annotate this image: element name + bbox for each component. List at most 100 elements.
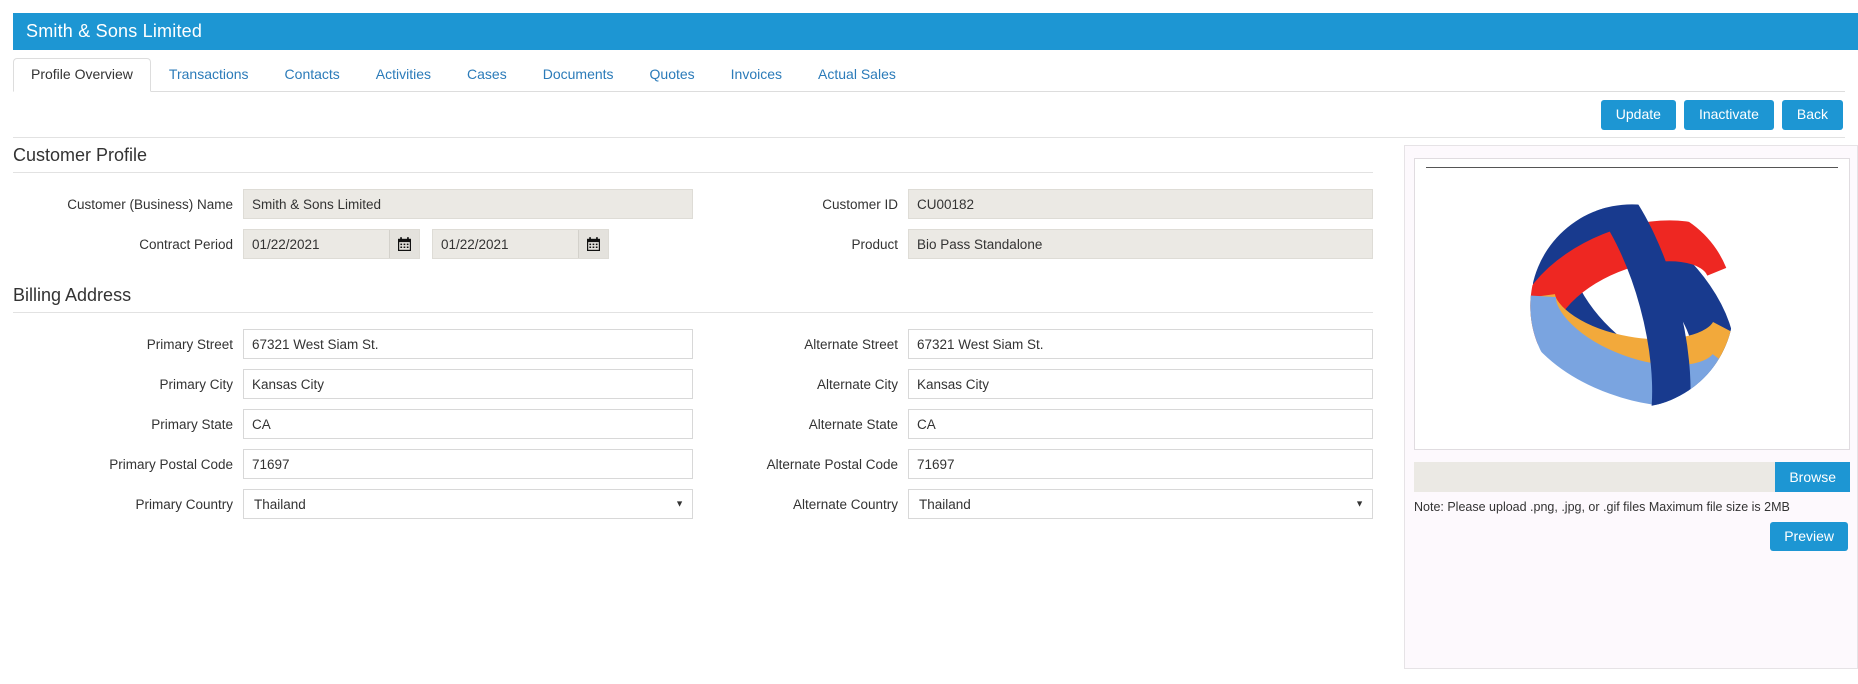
field-group-primary-country: Primary Country Thailand ▼	[13, 489, 693, 519]
primary-state-input[interactable]: CA	[243, 409, 693, 439]
company-logo-icon	[1508, 182, 1756, 430]
tab-label: Transactions	[168, 66, 249, 82]
file-path-input[interactable]	[1414, 462, 1776, 492]
preview-button[interactable]: Preview	[1770, 522, 1848, 551]
browse-button[interactable]: Browse	[1775, 462, 1850, 492]
form-row-postal: Primary Postal Code 71697 Alternate Post…	[13, 449, 1373, 479]
business-name-label: Customer (Business) Name	[67, 196, 233, 212]
contract-start-group: 01/22/2021	[243, 229, 420, 259]
form-row-state: Primary State CA Alternate State CA	[13, 409, 1373, 439]
tab-label: Cases	[467, 66, 507, 82]
calendar-icon	[398, 237, 411, 251]
form-row-street: Primary Street 67321 West Siam St. Alter…	[13, 329, 1373, 359]
page-title: Smith & Sons Limited	[26, 21, 203, 41]
billing-address-heading: Billing Address	[13, 285, 1373, 313]
tab-bar: Profile Overview Transactions Contacts A…	[13, 58, 1845, 92]
tab-label: Quotes	[649, 66, 695, 82]
customer-profile-heading: Customer Profile	[13, 145, 1373, 173]
tab-cases[interactable]: Cases	[449, 58, 525, 92]
field-group-contract-period: Contract Period 01/22/2021 01/22/2021	[13, 229, 693, 259]
tab-transactions[interactable]: Transactions	[151, 58, 267, 92]
tab-documents[interactable]: Documents	[525, 58, 632, 92]
logo-image-frame	[1426, 167, 1838, 444]
contract-end-input[interactable]: 01/22/2021	[433, 230, 578, 258]
alternate-postal-label: Alternate Postal Code	[766, 456, 898, 472]
product-input[interactable]: Bio Pass Standalone	[908, 229, 1373, 259]
tab-actual-sales[interactable]: Actual Sales	[800, 58, 914, 92]
tab-label: Invoices	[730, 66, 783, 82]
customer-id-input[interactable]: CU00182	[908, 189, 1373, 219]
field-group-alternate-street: Alternate Street 67321 West Siam St.	[693, 329, 1373, 359]
alternate-country-value: Thailand	[919, 496, 971, 512]
field-group-product: Product Bio Pass Standalone	[693, 229, 1373, 259]
primary-city-label: Primary City	[159, 376, 234, 392]
field-group-alternate-state: Alternate State CA	[693, 409, 1373, 439]
customer-profile-page: Smith & Sons Limited Profile Overview Tr…	[0, 0, 1858, 684]
form-row-country: Primary Country Thailand ▼ Alternate Cou…	[13, 489, 1373, 519]
product-label: Product	[851, 236, 898, 252]
primary-postal-input[interactable]: 71697	[243, 449, 693, 479]
field-group-primary-city: Primary City Kansas City	[13, 369, 693, 399]
alternate-street-label: Alternate Street	[804, 336, 898, 352]
tab-profile-overview[interactable]: Profile Overview	[13, 58, 151, 92]
form-row-city: Primary City Kansas City Alternate City …	[13, 369, 1373, 399]
chevron-down-icon: ▼	[1355, 498, 1364, 509]
primary-country-select[interactable]: Thailand ▼	[243, 489, 693, 519]
field-group-primary-state: Primary State CA	[13, 409, 693, 439]
action-bar: Update Inactivate Back	[13, 92, 1845, 138]
field-group-primary-street: Primary Street 67321 West Siam St.	[13, 329, 693, 359]
business-name-input[interactable]: Smith & Sons Limited	[243, 189, 693, 219]
tab-contacts[interactable]: Contacts	[267, 58, 358, 92]
alternate-state-label: Alternate State	[808, 416, 898, 432]
field-group-alternate-city: Alternate City Kansas City	[693, 369, 1373, 399]
field-group-business-name: Customer (Business) Name Smith & Sons Li…	[13, 189, 693, 219]
alternate-city-input[interactable]: Kansas City	[908, 369, 1373, 399]
alternate-postal-input[interactable]: 71697	[908, 449, 1373, 479]
contract-period-label: Contract Period	[139, 236, 233, 252]
tab-label: Actual Sales	[818, 66, 896, 82]
tab-activities[interactable]: Activities	[358, 58, 449, 92]
field-group-primary-postal: Primary Postal Code 71697	[13, 449, 693, 479]
alternate-state-input[interactable]: CA	[908, 409, 1373, 439]
primary-city-input[interactable]: Kansas City	[243, 369, 693, 399]
contract-start-input[interactable]: 01/22/2021	[244, 230, 389, 258]
logo-upload-panel: Browse Note: Please upload .png, .jpg, o…	[1404, 145, 1858, 669]
form-row-contract-product: Contract Period 01/22/2021 01/22/2021 Pr…	[13, 229, 1373, 259]
inactivate-button[interactable]: Inactivate	[1683, 100, 1774, 130]
field-group-alternate-country: Alternate Country Thailand ▼	[693, 489, 1373, 519]
alternate-country-label: Alternate Country	[792, 496, 898, 512]
alternate-city-label: Alternate City	[816, 376, 898, 392]
primary-street-input[interactable]: 67321 West Siam St.	[243, 329, 693, 359]
alternate-street-input[interactable]: 67321 West Siam St.	[908, 329, 1373, 359]
tab-label: Profile Overview	[31, 66, 133, 82]
upload-note: Note: Please upload .png, .jpg, or .gif …	[1414, 500, 1790, 514]
back-button[interactable]: Back	[1781, 100, 1843, 130]
contract-period-inputs: 01/22/2021 01/22/2021	[243, 229, 693, 259]
file-browse-row: Browse	[1414, 462, 1850, 492]
contract-start-calendar-button[interactable]	[389, 230, 419, 258]
profile-form: Customer Profile Customer (Business) Nam…	[13, 145, 1373, 529]
tab-label: Activities	[375, 66, 432, 82]
tab-invoices[interactable]: Invoices	[713, 58, 800, 92]
logo-preview-box	[1414, 158, 1850, 450]
tab-label: Contacts	[284, 66, 340, 82]
field-group-customer-id: Customer ID CU00182	[693, 189, 1373, 219]
primary-street-label: Primary Street	[146, 336, 233, 352]
chevron-down-icon: ▼	[675, 498, 684, 509]
field-group-alternate-postal: Alternate Postal Code 71697	[693, 449, 1373, 479]
form-row-name-id: Customer (Business) Name Smith & Sons Li…	[13, 189, 1373, 219]
primary-country-value: Thailand	[254, 496, 306, 512]
primary-state-label: Primary State	[151, 416, 233, 432]
customer-id-label: Customer ID	[822, 196, 898, 212]
contract-end-group: 01/22/2021	[432, 229, 609, 259]
calendar-icon	[587, 237, 600, 251]
tab-label: Documents	[542, 66, 614, 82]
alternate-country-select[interactable]: Thailand ▼	[908, 489, 1373, 519]
update-button[interactable]: Update	[1600, 100, 1676, 130]
contract-end-calendar-button[interactable]	[578, 230, 608, 258]
app-title-bar: Smith & Sons Limited	[13, 13, 1858, 50]
action-button-group: Update Inactivate Back	[1600, 100, 1843, 130]
primary-postal-label: Primary Postal Code	[109, 456, 233, 472]
tab-quotes[interactable]: Quotes	[632, 58, 713, 92]
primary-country-label: Primary Country	[135, 496, 233, 512]
